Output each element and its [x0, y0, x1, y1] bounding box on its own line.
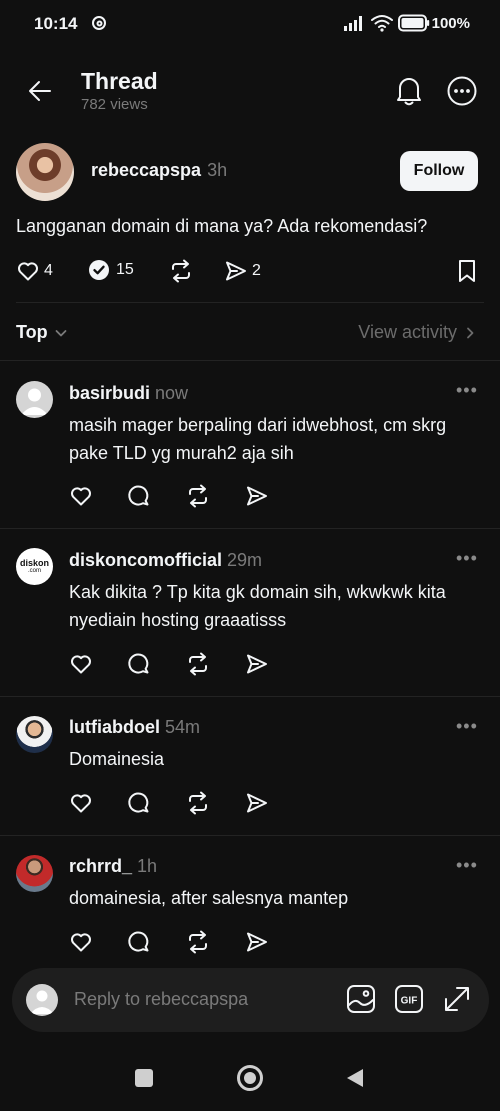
- author-avatar[interactable]: [16, 143, 74, 201]
- image-icon[interactable]: [346, 984, 376, 1014]
- reply-composer[interactable]: Reply to rebeccapspa GIF: [12, 968, 489, 1032]
- reply-time: 1h: [137, 856, 158, 876]
- gif-icon[interactable]: GIF: [394, 984, 424, 1014]
- avatar-logo-text: diskon: [19, 557, 49, 568]
- avatar[interactable]: [16, 855, 53, 892]
- page-title: Thread: [81, 68, 158, 94]
- repost-icon[interactable]: [185, 652, 211, 676]
- send-icon[interactable]: [245, 484, 269, 508]
- nav-back-icon[interactable]: [344, 1067, 366, 1089]
- avatar[interactable]: diskon .com: [16, 548, 53, 585]
- battery-percent: 100%: [431, 15, 470, 32]
- reply-author[interactable]: diskoncomofficial: [69, 550, 222, 570]
- reply-author-line[interactable]: lutfiabdoel 54m: [69, 717, 200, 738]
- sort-label: Top: [16, 322, 48, 342]
- reply-actions: [69, 791, 269, 815]
- repost-icon[interactable]: [185, 791, 211, 815]
- reply-actions: [69, 652, 269, 676]
- repost-icon[interactable]: [185, 484, 211, 508]
- reply-time: 54m: [165, 717, 201, 737]
- signal-icon: [343, 15, 365, 32]
- heart-icon[interactable]: [69, 484, 93, 508]
- view-count: 782 views: [81, 96, 148, 113]
- repost-icon[interactable]: [185, 930, 211, 954]
- back-arrow-icon[interactable]: [26, 77, 54, 105]
- comment-icon[interactable]: [127, 791, 151, 815]
- like-count: 4: [44, 262, 53, 279]
- sort-dropdown[interactable]: Top: [16, 322, 68, 343]
- post-author[interactable]: rebeccapspa: [91, 160, 201, 180]
- heart-icon[interactable]: [69, 791, 93, 815]
- verified-reply-icon: [88, 259, 110, 281]
- avatar[interactable]: [16, 716, 53, 753]
- reply-input[interactable]: Reply to rebeccapspa: [74, 989, 248, 1010]
- list-item: rchrrd_ 1h ••• domainesia, after salesnya…: [0, 835, 500, 970]
- reply-time: 29m: [227, 550, 263, 570]
- comment-icon[interactable]: [127, 652, 151, 676]
- reply-actions: [69, 484, 269, 508]
- nav-circle-icon[interactable]: [236, 1064, 264, 1092]
- more-icon[interactable]: •••: [456, 380, 478, 401]
- send-icon[interactable]: [245, 652, 269, 676]
- list-item: diskon .com diskoncomofficial 29m ••• Kak…: [0, 528, 500, 696]
- reply-actions: [69, 930, 269, 954]
- heart-icon[interactable]: [69, 652, 93, 676]
- view-activity-link[interactable]: View activity: [358, 322, 475, 343]
- send-icon[interactable]: [245, 791, 269, 815]
- chevron-down-icon: [54, 326, 68, 340]
- send-icon: [224, 259, 248, 283]
- wifi-icon: [370, 14, 394, 32]
- share-button[interactable]: 2: [224, 259, 261, 283]
- divider: [16, 302, 484, 303]
- bookmark-icon[interactable]: [456, 259, 478, 283]
- avatar[interactable]: [16, 381, 53, 418]
- reply-time: now: [155, 383, 189, 403]
- system-nav-bar: [0, 1040, 500, 1111]
- list-item: basirbudi now ••• masih mager berpaling d…: [0, 360, 500, 528]
- post-author-line[interactable]: rebeccapspa 3h: [91, 160, 227, 181]
- repost-icon: [168, 259, 194, 283]
- threads-notification-icon: [91, 15, 107, 31]
- share-count: 2: [252, 262, 261, 279]
- avatar: [26, 984, 58, 1016]
- like-button[interactable]: 4: [16, 259, 53, 283]
- list-item: lutfiabdoel 54m ••• Domainesia: [0, 696, 500, 835]
- reply-text: masih mager berpaling dari idwebhost, cm…: [69, 415, 447, 463]
- follow-button[interactable]: Follow: [400, 151, 478, 191]
- chevron-right-icon: [465, 326, 475, 340]
- more-icon[interactable]: •••: [456, 548, 478, 569]
- comment-icon[interactable]: [127, 930, 151, 954]
- nav-square-icon[interactable]: [134, 1068, 154, 1088]
- reply-author-line[interactable]: rchrrd_ 1h: [69, 856, 157, 877]
- more-circle-icon[interactable]: [446, 75, 478, 107]
- bell-icon[interactable]: [394, 74, 424, 106]
- post-time: 3h: [207, 160, 228, 180]
- reply-count: 15: [116, 261, 134, 278]
- post-text: Langganan domain di mana ya? Ada rekomen…: [16, 216, 428, 236]
- repost-button[interactable]: [168, 259, 194, 283]
- heart-icon[interactable]: [69, 930, 93, 954]
- reply-author[interactable]: rchrrd_: [69, 856, 132, 876]
- avatar-logo-sub: .com: [27, 567, 41, 574]
- more-icon[interactable]: •••: [456, 855, 478, 876]
- reply-text: Domainesia: [69, 749, 165, 769]
- reply-text: Kak dikita ? Tp kita gk domain sih, wkwk…: [69, 582, 446, 630]
- reply-author[interactable]: basirbudi: [69, 383, 150, 403]
- more-icon[interactable]: •••: [456, 716, 478, 737]
- svg-text:GIF: GIF: [401, 996, 418, 1007]
- reply-button[interactable]: 15: [88, 259, 134, 281]
- send-icon[interactable]: [245, 930, 269, 954]
- view-activity-label: View activity: [358, 322, 457, 342]
- reply-author-line[interactable]: basirbudi now: [69, 383, 188, 404]
- heart-icon: [16, 259, 40, 283]
- battery-icon: [398, 14, 430, 32]
- status-time: 10:14: [34, 14, 78, 33]
- comment-icon[interactable]: [127, 484, 151, 508]
- reply-author[interactable]: lutfiabdoel: [69, 717, 160, 737]
- post-actions: 4 15 2: [16, 259, 484, 285]
- expand-icon[interactable]: [442, 984, 472, 1014]
- reply-author-line[interactable]: diskoncomofficial 29m: [69, 550, 262, 571]
- reply-text: domainesia, after salesnya mantep: [69, 888, 349, 908]
